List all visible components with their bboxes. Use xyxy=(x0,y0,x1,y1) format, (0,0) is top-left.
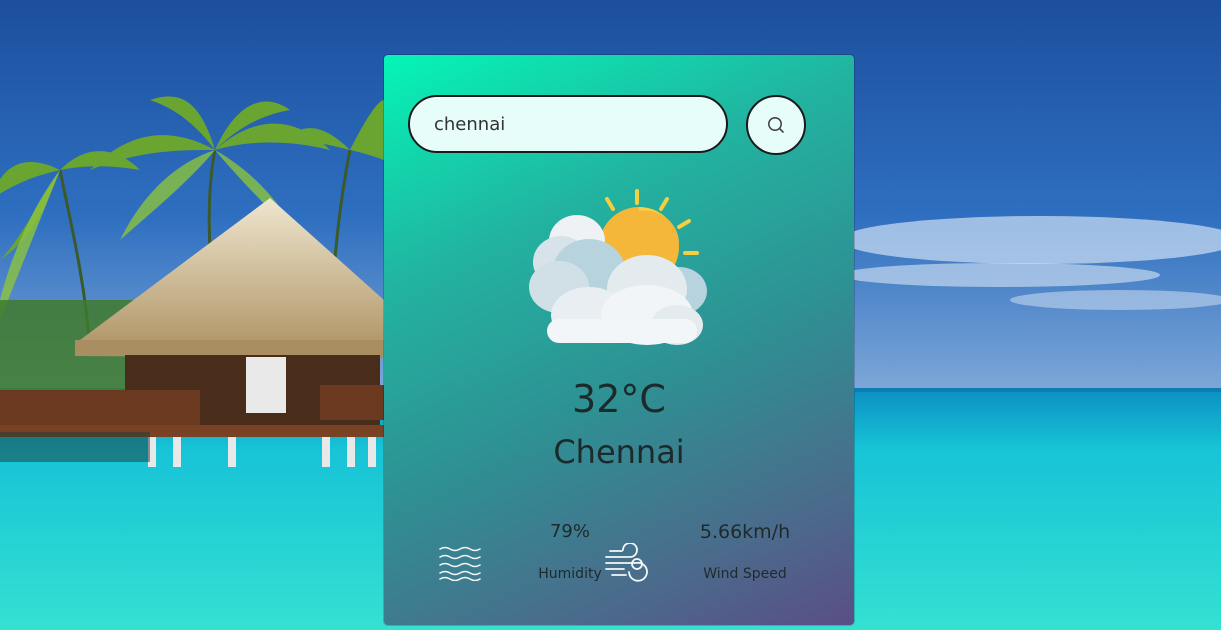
humidity-waves-icon xyxy=(439,546,481,581)
city-name: Chennai xyxy=(553,433,685,471)
wind-speed-label: Wind Speed xyxy=(703,566,787,582)
search-input[interactable] xyxy=(408,95,728,153)
temperature: 32°C xyxy=(572,377,666,421)
humidity-value: 79% xyxy=(549,521,590,542)
humidity-label: Humidity xyxy=(538,566,602,582)
wind-icon xyxy=(605,543,648,582)
partly-cloudy-sun-icon xyxy=(529,189,707,345)
search-button[interactable] xyxy=(746,95,806,155)
wind-speed-value: 5.66km/h xyxy=(699,521,791,543)
weather-card: 32°C Chennai 79% Humidity 5.66km/h Wind … xyxy=(384,55,854,625)
search-bar xyxy=(408,95,808,157)
search-icon xyxy=(768,117,784,133)
